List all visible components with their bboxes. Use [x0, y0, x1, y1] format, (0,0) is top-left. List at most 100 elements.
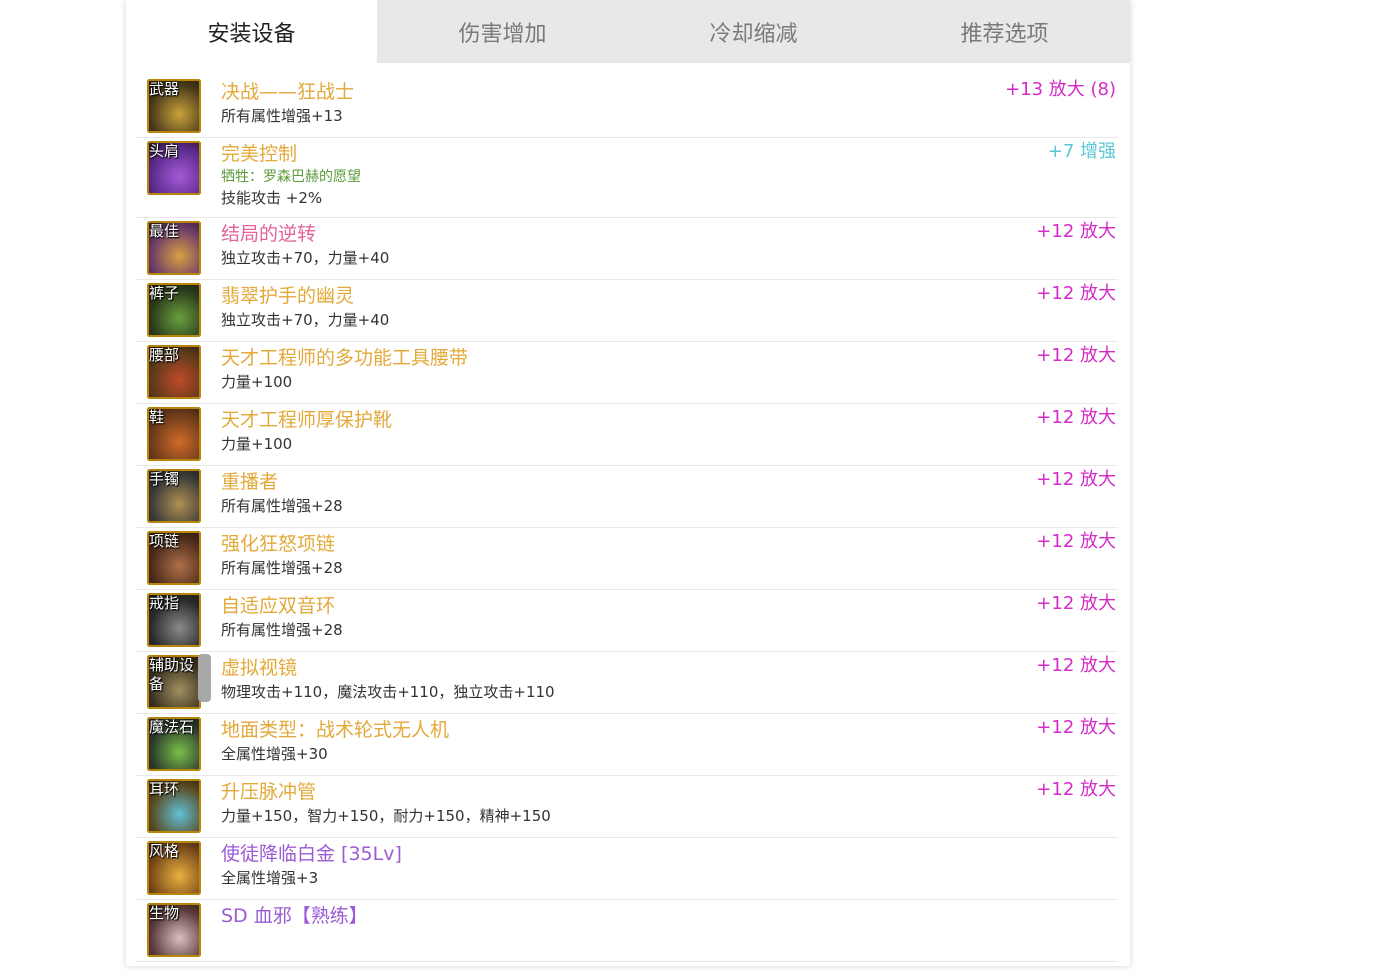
equipment-name[interactable]: 完美控制 [221, 141, 948, 167]
equipment-icon[interactable]: 耳环 [147, 779, 201, 833]
equipment-name[interactable]: 升压脉冲管 [221, 779, 948, 805]
upgrade-level: +12 放大 [1036, 655, 1116, 676]
equipment-row[interactable]: 生物 SD 血邪【熟练】 [136, 900, 1118, 962]
equipment-icon[interactable]: 鞋 [147, 407, 201, 461]
upgrade-level: +12 放大 [1036, 779, 1116, 800]
equipment-name[interactable]: 天才工程师的多功能工具腰带 [221, 345, 948, 371]
upgrade-level: +7 增强 [1047, 141, 1116, 162]
equipment-attribute: 所有属性增强+13 [221, 107, 343, 125]
equipment-attribute: 力量+100 [221, 435, 293, 453]
slot-label: 头肩 [149, 142, 180, 160]
equipment-icon[interactable]: 最佳 [147, 221, 201, 275]
equipment-info: 地面类型：战术轮式无人机全属性增强+30 [221, 717, 948, 765]
equipment-name[interactable]: SD 血邪【熟练】 [221, 903, 948, 929]
upgrade-level: +12 放大 [1036, 531, 1116, 552]
slot-label: 裤子 [149, 284, 180, 302]
equipment-row[interactable]: 武器 决战——狂战士所有属性增强+13 +13 放大 (8) [136, 76, 1118, 138]
tab-cooldown-reduction[interactable]: 冷却缩减 [628, 0, 879, 63]
slot-label: 武器 [149, 80, 180, 98]
slot-label: 风格 [149, 842, 180, 860]
equipment-name[interactable]: 自适应双音环 [221, 593, 948, 619]
slot-label: 戒指 [149, 594, 180, 612]
equipment-row[interactable]: 腰部 天才工程师的多功能工具腰带力量+100 +12 放大 [136, 342, 1118, 404]
equipment-icon[interactable]: 武器 [147, 79, 201, 133]
equipment-icon[interactable]: 风格 [147, 841, 201, 895]
equipment-info: 升压脉冲管力量+150，智力+150，耐力+150，精神+150 [221, 779, 948, 827]
slot-label: 项链 [149, 532, 180, 550]
equipment-name[interactable]: 强化狂怒项链 [221, 531, 948, 557]
equipment-info: 完美控制牺牲：罗森巴赫的愿望 技能攻击 +2% [221, 141, 948, 209]
equipment-attribute: 力量+150，智力+150，耐力+150，精神+150 [221, 807, 551, 825]
upgrade-level: +12 放大 [1036, 283, 1116, 304]
upgrade-level: +12 放大 [1036, 717, 1116, 738]
equipment-row[interactable]: 手镯 重播者所有属性增强+28 +12 放大 [136, 466, 1118, 528]
equipment-info: 翡翠护手的幽灵独立攻击+70，力量+40 [221, 283, 948, 331]
equipment-icon[interactable]: 手镯 [147, 469, 201, 523]
slot-label: 魔法石 [149, 718, 195, 736]
equipment-row[interactable]: 耳环 升压脉冲管力量+150，智力+150，耐力+150，精神+150 +12 放大 [136, 776, 1118, 838]
equipment-icon[interactable]: 戒指 [147, 593, 201, 647]
tab-recommended-options[interactable]: 推荐选项 [879, 0, 1130, 63]
slot-label: 耳环 [149, 780, 180, 798]
upgrade-level: +12 放大 [1036, 407, 1116, 428]
slot-label: 最佳 [149, 222, 180, 240]
upgrade-level: +12 放大 [1036, 469, 1116, 490]
equipment-name[interactable]: 翡翠护手的幽灵 [221, 283, 948, 309]
equipment-name[interactable]: 地面类型：战术轮式无人机 [221, 717, 948, 743]
equipment-row[interactable]: 项链 强化狂怒项链所有属性增强+28 +12 放大 [136, 528, 1118, 590]
equipment-info: 强化狂怒项链所有属性增强+28 [221, 531, 948, 579]
equipment-icon[interactable]: 裤子 [147, 283, 201, 337]
equipment-attribute: 独立攻击+70，力量+40 [221, 249, 390, 267]
equipment-attribute: 独立攻击+70，力量+40 [221, 311, 390, 329]
equipment-attribute: 所有属性增强+28 [221, 559, 343, 577]
equipment-info: 虚拟视镜物理攻击+110，魔法攻击+110，独立攻击+110 [221, 655, 948, 703]
equipment-attribute: 力量+100 [221, 373, 293, 391]
equipment-name[interactable]: 天才工程师厚保护靴 [221, 407, 948, 433]
equipment-info: SD 血邪【熟练】 [221, 903, 948, 929]
equipment-attribute: 技能攻击 +2% [221, 189, 323, 207]
upgrade-level: +12 放大 [1036, 593, 1116, 614]
equipment-icon[interactable]: 项链 [147, 531, 201, 585]
equipment-name[interactable]: 结局的逆转 [221, 221, 948, 247]
equipment-row[interactable]: 风格 使徒降临白金 [35Lv] 全属性增强+3 [136, 838, 1118, 900]
equipment-row[interactable]: 头肩 完美控制牺牲：罗森巴赫的愿望 技能攻击 +2% +7 增强 [136, 138, 1118, 218]
upgrade-level: +13 放大 (8) [1005, 79, 1116, 100]
slot-label: 生物 [149, 904, 180, 922]
slot-label-scrollbar[interactable] [198, 654, 211, 702]
equipment-attribute: 物理攻击+110，魔法攻击+110，独立攻击+110 [221, 683, 555, 701]
equipment-attribute: 全属性增强+30 [221, 745, 328, 763]
slot-label: 腰部 [149, 346, 180, 364]
equipment-soul: 牺牲：罗森巴赫的愿望 [221, 169, 361, 185]
equipment-row[interactable]: 魔法石 地面类型：战术轮式无人机全属性增强+30 +12 放大 [136, 714, 1118, 776]
equipment-name[interactable]: 虚拟视镜 [221, 655, 948, 681]
equipment-row[interactable]: 辅助设备 虚拟视镜物理攻击+110，魔法攻击+110，独立攻击+110 +12 放大 [136, 652, 1118, 714]
equipment-info: 天才工程师厚保护靴力量+100 [221, 407, 948, 455]
equipment-attribute: 全属性增强+3 [221, 869, 319, 887]
equipment-info: 结局的逆转独立攻击+70，力量+40 [221, 221, 948, 269]
equipment-name[interactable]: 决战——狂战士 [221, 79, 948, 105]
equipment-panel: 安装设备 伤害增加 冷却缩减 推荐选项 武器 决战——狂战士所有属性增强+13 +1… [126, 0, 1130, 966]
equipment-icon[interactable]: 辅助设备 [147, 655, 201, 709]
equipment-name[interactable]: 使徒降临白金 [35Lv] [221, 841, 948, 867]
slot-label: 手镯 [149, 470, 180, 488]
equipment-info: 使徒降临白金 [35Lv] 全属性增强+3 [221, 841, 948, 889]
equipment-info: 重播者所有属性增强+28 [221, 469, 948, 517]
tab-installed-equipment[interactable]: 安装设备 [126, 0, 377, 63]
equipment-row[interactable]: 鞋 天才工程师厚保护靴力量+100 +12 放大 [136, 404, 1118, 466]
equipment-icon[interactable]: 生物 [147, 903, 201, 957]
equipment-row[interactable]: 最佳 结局的逆转 独立攻击+70，力量+40 +12 放大 [136, 218, 1118, 280]
equipment-list: 武器 决战——狂战士所有属性增强+13 +13 放大 (8) 头肩 完美控制牺牲：罗森巴… [136, 76, 1118, 962]
equipment-row[interactable]: 裤子 翡翠护手的幽灵独立攻击+70，力量+40 +12 放大 [136, 280, 1118, 342]
equipment-info: 决战——狂战士所有属性增强+13 [221, 79, 948, 127]
upgrade-level: +12 放大 [1036, 345, 1116, 366]
equipment-icon[interactable]: 腰部 [147, 345, 201, 399]
equipment-icon[interactable]: 魔法石 [147, 717, 201, 771]
slot-label: 辅助设备 [149, 656, 195, 693]
equipment-row[interactable]: 戒指 自适应双音环 所有属性增强+28 +12 放大 [136, 590, 1118, 652]
equipment-icon[interactable]: 头肩 [147, 141, 201, 195]
equipment-info: 天才工程师的多功能工具腰带力量+100 [221, 345, 948, 393]
tab-damage-increase[interactable]: 伤害增加 [377, 0, 628, 63]
equipment-name[interactable]: 重播者 [221, 469, 948, 495]
equipment-attribute: 所有属性增强+28 [221, 497, 343, 515]
equipment-info: 自适应双音环 所有属性增强+28 [221, 593, 948, 641]
